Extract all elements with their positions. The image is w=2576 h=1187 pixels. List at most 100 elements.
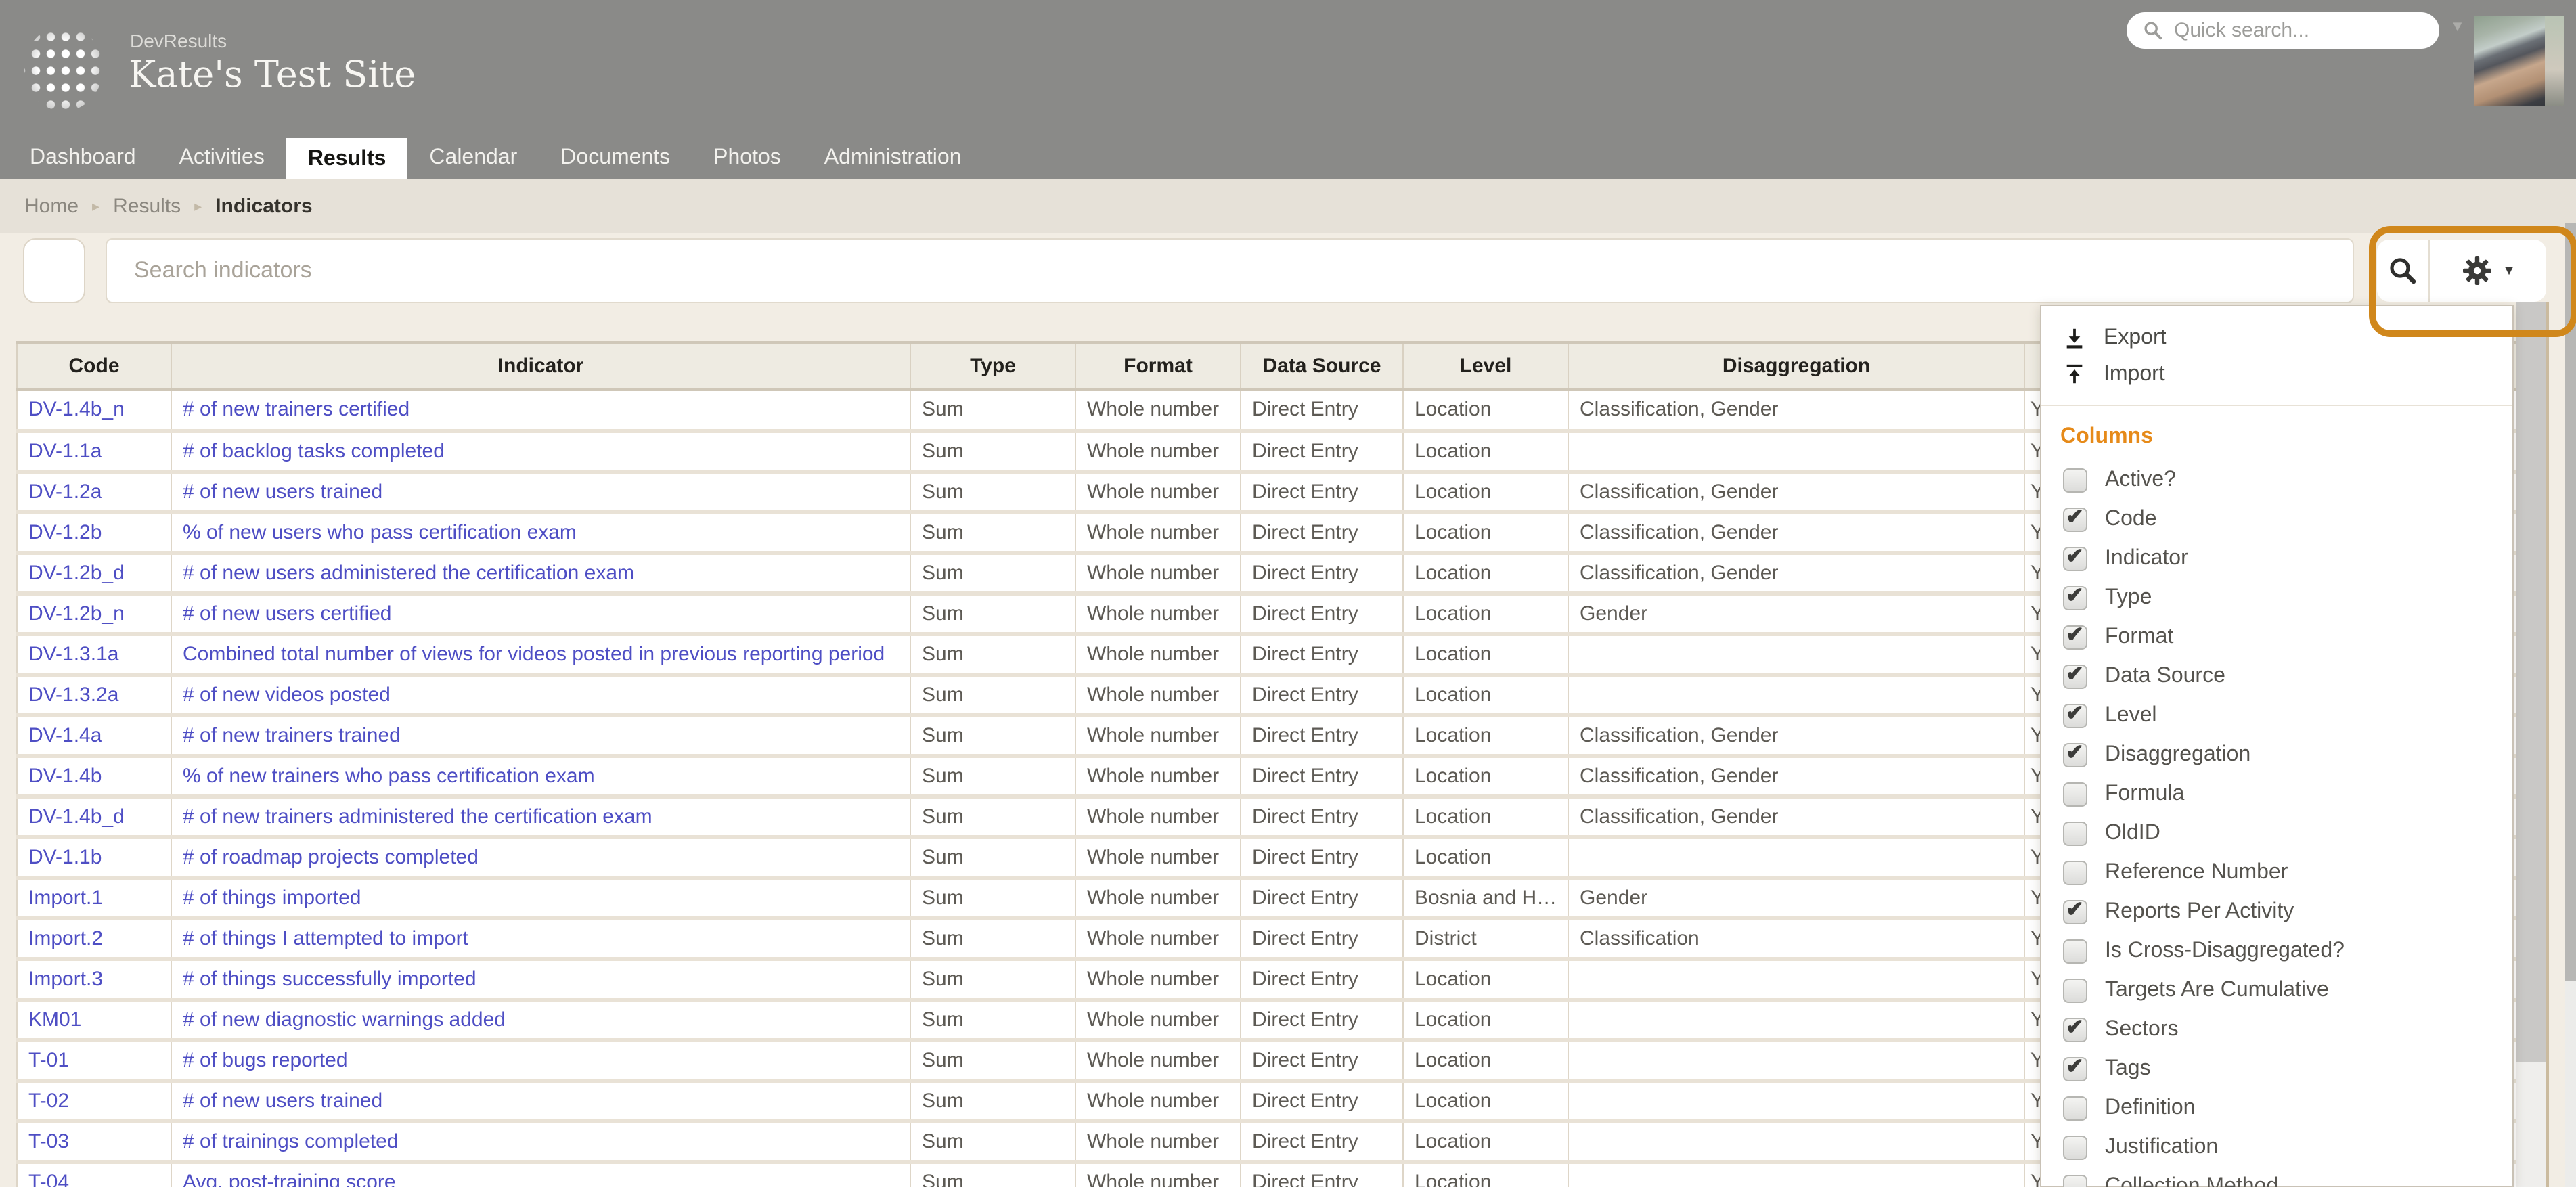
indicator-name-link[interactable]: % of new users who pass certification ex…	[183, 520, 577, 543]
indicator-code-link[interactable]: DV-1.2a	[28, 480, 102, 503]
breadcrumb-home[interactable]: Home	[24, 194, 79, 217]
indicator-code-link[interactable]: T-03	[28, 1129, 69, 1152]
column-toggle-oldid[interactable]: OldID	[2041, 813, 2512, 853]
checkbox-unchecked-icon[interactable]	[2063, 978, 2087, 1002]
column-toggle-active-[interactable]: Active?	[2041, 460, 2512, 499]
column-toggle-reference-number[interactable]: Reference Number	[2041, 853, 2512, 892]
page-scrollbar-thumb[interactable]	[2565, 223, 2576, 981]
indicator-name-link[interactable]: # of new users trained	[183, 1089, 382, 1112]
checkbox-checked-icon[interactable]	[2063, 738, 2087, 767]
indicator-name-link[interactable]: # of new trainers trained	[183, 723, 401, 746]
indicator-name-link[interactable]: # of things I attempted to import	[183, 926, 468, 949]
indicator-name-link[interactable]: # of new users administered the certific…	[183, 561, 634, 584]
checkbox-unchecked-icon[interactable]	[2063, 860, 2087, 884]
indicator-name-link[interactable]: Avg. post-training score	[183, 1170, 396, 1187]
column-toggle-reports-per-activity[interactable]: Reports Per Activity	[2041, 892, 2512, 931]
indicator-search-input[interactable]: Search indicators	[106, 238, 2354, 303]
column-toggle-formula[interactable]: Formula	[2041, 774, 2512, 813]
devresults-logo-icon[interactable]	[24, 26, 103, 111]
indicator-name-link[interactable]: # of things successfully imported	[183, 967, 476, 990]
table-scrollbar[interactable]	[2516, 302, 2546, 1187]
checkbox-checked-icon[interactable]	[2063, 581, 2087, 610]
checkbox-checked-icon[interactable]	[2063, 503, 2087, 531]
checkbox-unchecked-icon[interactable]	[2063, 939, 2087, 963]
user-avatar[interactable]	[2474, 16, 2564, 106]
checkbox-checked-icon[interactable]	[2063, 621, 2087, 649]
indicator-code-link[interactable]: DV-1.4a	[28, 723, 102, 746]
breadcrumb-results[interactable]: Results	[113, 194, 181, 217]
menu-button[interactable]	[23, 238, 85, 303]
indicator-code-link[interactable]: T-02	[28, 1089, 69, 1112]
column-toggle-targets-are-cumulative[interactable]: Targets Are Cumulative	[2041, 970, 2512, 1010]
checkbox-checked-icon[interactable]	[2063, 542, 2087, 570]
indicator-name-link[interactable]: # of backlog tasks completed	[183, 439, 445, 462]
checkbox-checked-icon[interactable]	[2063, 660, 2087, 688]
indicator-code-link[interactable]: DV-1.3.1a	[28, 642, 118, 665]
indicator-code-link[interactable]: DV-1.2b_d	[28, 561, 125, 584]
indicator-code-link[interactable]: DV-1.2b	[28, 520, 102, 543]
indicator-name-link[interactable]: # of new videos posted	[183, 683, 391, 706]
user-menu-caret-icon[interactable]: ▼	[2450, 19, 2465, 35]
checkbox-unchecked-icon[interactable]	[2063, 821, 2087, 845]
indicator-code-link[interactable]: T-01	[28, 1048, 69, 1071]
column-header-level[interactable]: Level	[1402, 341, 1569, 391]
gear-button[interactable]: ▼	[2430, 240, 2546, 302]
indicator-code-link[interactable]: DV-1.1b	[28, 845, 102, 868]
column-toggle-tags[interactable]: Tags	[2041, 1049, 2512, 1088]
column-toggle-is-cross-disaggregated-[interactable]: Is Cross-Disaggregated?	[2041, 931, 2512, 970]
indicator-code-link[interactable]: DV-1.3.2a	[28, 683, 118, 706]
indicator-name-link[interactable]: # of new trainers administered the certi…	[183, 805, 652, 828]
checkbox-unchecked-icon[interactable]	[2063, 468, 2087, 492]
page-scrollbar[interactable]	[2565, 223, 2576, 1187]
export-menu-item[interactable]: Export	[2041, 319, 2512, 356]
checkbox-unchecked-icon[interactable]	[2063, 1174, 2087, 1187]
checkbox-checked-icon[interactable]	[2063, 1013, 2087, 1042]
import-menu-item[interactable]: Import	[2041, 356, 2512, 393]
indicator-name-link[interactable]: # of new trainers certified	[183, 399, 409, 422]
indicator-name-link[interactable]: # of new users certified	[183, 602, 392, 625]
indicator-code-link[interactable]: DV-1.2b_n	[28, 602, 125, 625]
column-toggle-level[interactable]: Level	[2041, 696, 2512, 735]
checkbox-unchecked-icon[interactable]	[2063, 782, 2087, 806]
indicator-code-link[interactable]: Import.3	[28, 967, 103, 990]
indicator-name-link[interactable]: # of roadmap projects completed	[183, 845, 479, 868]
indicator-code-link[interactable]: KM01	[28, 1008, 81, 1031]
column-header-data-source[interactable]: Data Source	[1240, 341, 1404, 391]
checkbox-checked-icon[interactable]	[2063, 895, 2087, 924]
column-header-format[interactable]: Format	[1075, 341, 1241, 391]
column-toggle-disaggregation[interactable]: Disaggregation	[2041, 735, 2512, 774]
indicator-name-link[interactable]: # of things imported	[183, 886, 361, 909]
indicator-code-link[interactable]: DV-1.1a	[28, 439, 102, 462]
checkbox-checked-icon[interactable]	[2063, 1052, 2087, 1081]
column-header-disaggregation[interactable]: Disaggregation	[1568, 341, 2025, 391]
checkbox-unchecked-icon[interactable]	[2063, 1135, 2087, 1159]
column-toggle-data-source[interactable]: Data Source	[2041, 656, 2512, 696]
column-toggle-definition[interactable]: Definition	[2041, 1088, 2512, 1127]
checkbox-checked-icon[interactable]	[2063, 699, 2087, 727]
indicator-name-link[interactable]: % of new trainers who pass certification…	[183, 764, 595, 787]
indicator-code-link[interactable]: DV-1.4b	[28, 764, 102, 787]
indicator-code-link[interactable]: DV-1.4b_n	[28, 399, 125, 422]
column-toggle-indicator[interactable]: Indicator	[2041, 539, 2512, 578]
column-toggle-sectors[interactable]: Sectors	[2041, 1010, 2512, 1049]
column-toggle-format[interactable]: Format	[2041, 617, 2512, 656]
indicator-code-link[interactable]: Import.2	[28, 926, 103, 949]
column-toggle-type[interactable]: Type	[2041, 578, 2512, 617]
column-toggle-justification[interactable]: Justification	[2041, 1127, 2512, 1167]
indicator-code-link[interactable]: T-04	[28, 1170, 69, 1187]
column-header-code[interactable]: Code	[16, 341, 172, 391]
indicator-code-link[interactable]: DV-1.4b_d	[28, 805, 125, 828]
column-toggle-code[interactable]: Code	[2041, 499, 2512, 539]
indicator-name-link[interactable]: # of new users trained	[183, 480, 382, 503]
column-toggle-collection-method[interactable]: Collection Method	[2041, 1167, 2512, 1187]
table-scrollbar-thumb[interactable]	[2516, 302, 2546, 1062]
checkbox-unchecked-icon[interactable]	[2063, 1096, 2087, 1120]
quick-search-input[interactable]: Quick search...	[2127, 12, 2439, 49]
indicator-name-link[interactable]: # of new diagnostic warnings added	[183, 1008, 506, 1031]
search-button[interactable]	[2377, 240, 2430, 302]
indicator-name-link[interactable]: # of bugs reported	[183, 1048, 348, 1071]
column-header-indicator[interactable]: Indicator	[171, 341, 911, 391]
indicator-name-link[interactable]: # of trainings completed	[183, 1129, 399, 1152]
column-header-type[interactable]: Type	[910, 341, 1076, 391]
indicator-name-link[interactable]: Combined total number of views for video…	[183, 642, 885, 665]
